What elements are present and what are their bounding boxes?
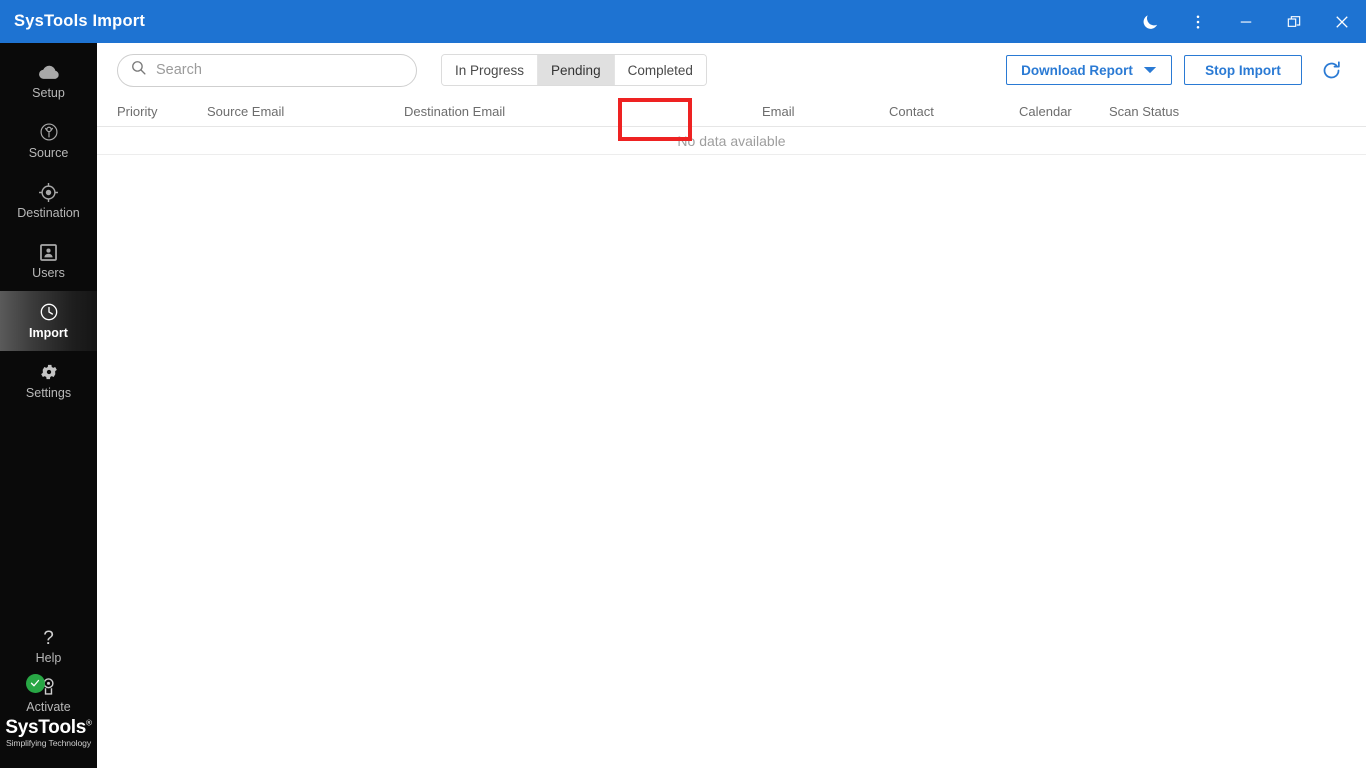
activate-icon-group bbox=[19, 673, 79, 698]
stop-import-label: Stop Import bbox=[1205, 62, 1281, 78]
registered-mark: ® bbox=[86, 719, 92, 729]
table-header-row: Priority Source Email Destination Email … bbox=[97, 97, 1366, 127]
sidebar-item-label: Setup bbox=[32, 86, 65, 101]
toolbar: In Progress Pending Completed Download R… bbox=[97, 43, 1366, 97]
column-header-scan-status[interactable]: Scan Status bbox=[1109, 104, 1229, 119]
more-menu-icon[interactable] bbox=[1174, 0, 1222, 43]
sidebar-item-help[interactable]: ? Help bbox=[0, 622, 97, 670]
target-icon bbox=[38, 182, 59, 202]
restore-icon[interactable] bbox=[1270, 0, 1318, 43]
download-report-button[interactable]: Download Report bbox=[1006, 55, 1172, 85]
close-icon[interactable] bbox=[1318, 0, 1366, 43]
stop-import-button[interactable]: Stop Import bbox=[1184, 55, 1302, 85]
title-bar: SysTools Import bbox=[0, 0, 1366, 43]
sidebar-item-setup[interactable]: Setup bbox=[0, 51, 97, 111]
table-empty-row: No data available bbox=[97, 127, 1366, 155]
sidebar-nav-secondary: ? Help Activate SysTools® Simplifying Te… bbox=[0, 622, 97, 768]
source-icon bbox=[39, 122, 59, 142]
clock-icon bbox=[39, 302, 59, 322]
logo-name: SysTools® bbox=[5, 717, 92, 739]
app-title: SysTools Import bbox=[14, 12, 146, 30]
sidebar-item-label: Settings bbox=[25, 386, 72, 401]
logo-tagline: Simplifying Technology bbox=[5, 738, 92, 749]
table-body-area bbox=[97, 155, 1366, 768]
sidebar-item-label: Destination bbox=[17, 206, 80, 221]
contact-card-icon bbox=[39, 242, 58, 262]
empty-state-message: No data available bbox=[677, 132, 786, 149]
sidebar-item-import[interactable]: Import bbox=[0, 291, 97, 351]
sidebar-item-label: Import bbox=[29, 326, 68, 341]
column-header-source-email[interactable]: Source Email bbox=[207, 104, 404, 119]
tab-completed[interactable]: Completed bbox=[614, 55, 706, 85]
refresh-icon[interactable] bbox=[1316, 55, 1346, 85]
status-filter-tabs: In Progress Pending Completed bbox=[441, 54, 707, 86]
import-table: Priority Source Email Destination Email … bbox=[97, 97, 1366, 768]
minimize-icon[interactable] bbox=[1222, 0, 1270, 43]
app-window: SysTools Import Setup Source Destination… bbox=[0, 0, 1366, 768]
column-header-email[interactable]: Email bbox=[762, 104, 889, 119]
question-mark-icon: ? bbox=[43, 628, 54, 650]
sidebar-item-label: Source bbox=[28, 146, 69, 161]
cloud-icon bbox=[38, 62, 60, 82]
sidebar-item-activate[interactable]: Activate bbox=[0, 670, 97, 718]
main-content: In Progress Pending Completed Download R… bbox=[97, 43, 1366, 768]
search-icon bbox=[130, 59, 147, 81]
sidebar-item-destination[interactable]: Destination bbox=[0, 171, 97, 231]
search-input[interactable] bbox=[156, 62, 404, 78]
body-container: Setup Source Destination Users Import Se… bbox=[0, 43, 1366, 768]
sidebar-nav-primary: Setup Source Destination Users Import Se… bbox=[0, 43, 97, 411]
sidebar-item-label: Users bbox=[32, 266, 65, 281]
systools-logo: SysTools® Simplifying Technology bbox=[0, 718, 97, 762]
sidebar-item-source[interactable]: Source bbox=[0, 111, 97, 171]
logo-text: SysTools bbox=[5, 717, 87, 739]
column-header-contact[interactable]: Contact bbox=[889, 104, 1019, 119]
tab-pending[interactable]: Pending bbox=[538, 55, 615, 85]
download-report-label: Download Report bbox=[1021, 62, 1133, 78]
sidebar-item-label: Activate bbox=[26, 699, 71, 714]
tab-in-progress[interactable]: In Progress bbox=[442, 55, 539, 85]
sidebar-item-label: Help bbox=[35, 650, 62, 665]
search-container[interactable] bbox=[117, 53, 417, 87]
gear-icon bbox=[39, 362, 59, 382]
sidebar-item-settings[interactable]: Settings bbox=[0, 351, 97, 411]
sidebar: Setup Source Destination Users Import Se… bbox=[0, 43, 97, 768]
chevron-down-icon bbox=[1143, 63, 1157, 78]
sidebar-item-users[interactable]: Users bbox=[0, 231, 97, 291]
dark-mode-icon[interactable] bbox=[1126, 0, 1174, 43]
check-badge-icon bbox=[25, 673, 45, 693]
column-header-calendar[interactable]: Calendar bbox=[1019, 104, 1109, 119]
window-controls bbox=[1126, 0, 1366, 43]
column-header-destination-email[interactable]: Destination Email bbox=[404, 104, 762, 119]
column-header-priority[interactable]: Priority bbox=[117, 104, 207, 119]
